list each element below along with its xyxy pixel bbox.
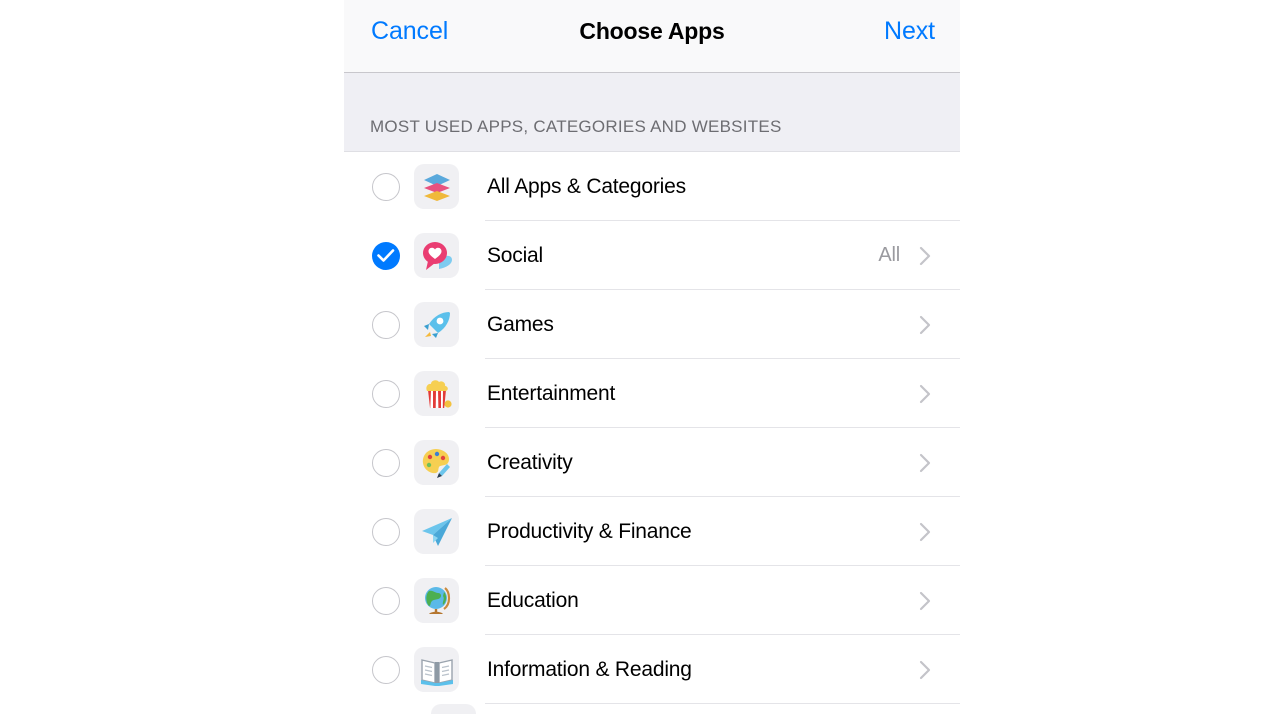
app-icon [431,704,476,714]
table-row[interactable]: Productivity & Finance [344,497,960,566]
chevron-right-icon[interactable] [914,246,936,266]
checkbox-unchecked[interactable] [372,379,400,408]
chevron-right-icon[interactable] [914,384,936,404]
row-label: Productivity & Finance [487,519,692,543]
row-label: Information & Reading [487,657,692,681]
chevron-right-icon[interactable] [914,315,936,335]
chevron-right-icon[interactable] [914,522,936,542]
chevron-right-icon[interactable] [914,591,936,611]
table-row[interactable]: Games [344,290,960,359]
chevron-right-icon[interactable] [914,660,936,680]
table-row[interactable]: Creativity [344,428,960,497]
navigation-bar: Cancel Choose Apps Next [344,0,960,73]
chevron-right-icon[interactable] [914,453,936,473]
open-book-icon [414,647,459,692]
paper-plane-icon [414,509,459,554]
checkbox-unchecked[interactable] [372,517,400,546]
table-row[interactable]: Education [344,566,960,635]
layers-stack-icon [414,164,459,209]
checkbox-unchecked[interactable] [372,448,400,477]
checkbox-unchecked[interactable] [372,655,400,684]
checkbox-unchecked[interactable] [372,172,400,201]
table-row-partial[interactable] [344,704,960,714]
row-value: All [878,244,900,266]
section-header: MOST USED APPS, CATEGORIES AND WEBSITES [344,73,960,152]
table-row[interactable]: Entertainment [344,359,960,428]
table-row[interactable]: Information & Reading [344,635,960,704]
globe-icon [414,578,459,623]
checkbox-unchecked[interactable] [372,310,400,339]
page-title: Choose Apps [579,18,725,44]
rocket-icon [414,302,459,347]
phone-screen: Cancel Choose Apps Next MOST USED APPS, … [344,0,960,720]
next-button[interactable]: Next [884,15,935,47]
row-label: Games [487,312,554,336]
row-label: Creativity [487,450,573,474]
app-category-list: All Apps & Categories Social All Games Enter… [344,152,960,714]
table-row[interactable]: All Apps & Categories [344,152,960,221]
row-label: Entertainment [487,381,616,405]
table-row[interactable]: Social All [344,221,960,290]
section-header-label: MOST USED APPS, CATEGORIES AND WEBSITES [370,117,782,136]
speech-bubble-heart-icon [414,233,459,278]
checkbox-checked[interactable] [372,241,400,270]
checkbox-unchecked[interactable] [372,586,400,615]
row-label: Education [487,588,579,612]
row-label: All Apps & Categories [487,174,686,198]
artist-palette-icon [414,440,459,485]
popcorn-icon [414,371,459,416]
row-label: Social [487,243,543,267]
